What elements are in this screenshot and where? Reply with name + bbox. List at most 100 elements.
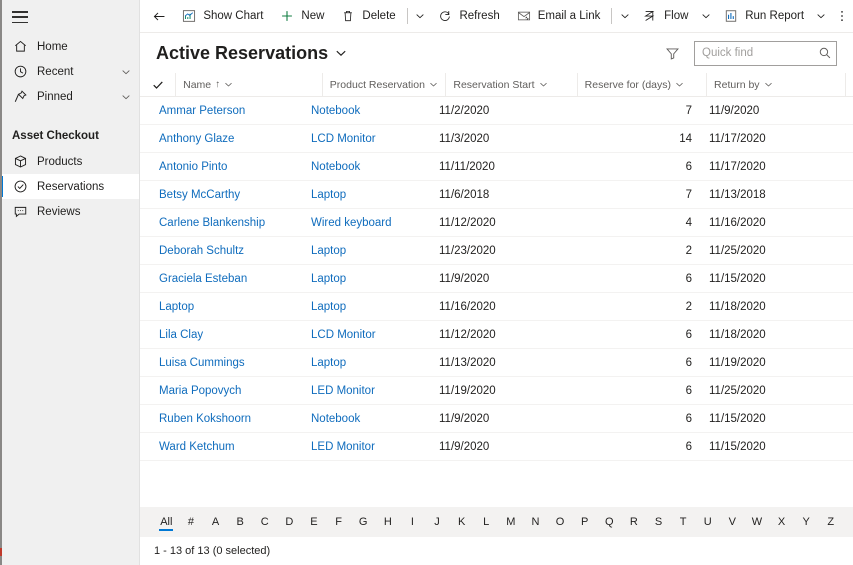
cell-name[interactable]: Lila Clay <box>152 321 304 348</box>
alpha-index-a[interactable]: A <box>203 507 228 537</box>
quick-find-box[interactable] <box>694 40 837 66</box>
record-link[interactable]: Luisa Cummings <box>159 357 245 369</box>
cell-name[interactable]: Deborah Schultz <box>152 237 304 264</box>
alpha-index-z[interactable]: Z <box>818 507 843 537</box>
product-link[interactable]: Laptop <box>311 357 346 369</box>
refresh-button[interactable]: Refresh <box>429 1 507 31</box>
table-row[interactable]: Laptop Laptop 11/16/2020 2 11/18/2020 <box>140 293 853 321</box>
flow-dropdown-caret[interactable] <box>696 1 715 31</box>
product-link[interactable]: Notebook <box>311 105 360 117</box>
product-link[interactable]: Laptop <box>311 189 346 201</box>
alpha-index-g[interactable]: G <box>351 507 376 537</box>
cell-name[interactable]: Luisa Cummings <box>152 349 304 376</box>
cell-product-reservation[interactable]: Laptop <box>304 349 432 376</box>
alpha-index-all[interactable]: All <box>154 507 179 537</box>
table-row[interactable]: Deborah Schultz Laptop 11/23/2020 2 11/25/20… <box>140 237 853 265</box>
alpha-index-h[interactable]: H <box>375 507 400 537</box>
cell-product-reservation[interactable]: Laptop <box>304 181 432 208</box>
alpha-index-y[interactable]: Y <box>794 507 819 537</box>
delete-button[interactable]: Delete <box>332 1 403 31</box>
cell-name[interactable]: Laptop <box>152 293 304 320</box>
alpha-index-o[interactable]: O <box>548 507 573 537</box>
cell-product-reservation[interactable]: LCD Monitor <box>304 321 432 348</box>
alpha-index-j[interactable]: J <box>425 507 450 537</box>
record-link[interactable]: Ruben Kokshoorn <box>159 413 251 425</box>
alpha-index-n[interactable]: N <box>523 507 548 537</box>
alpha-index-t[interactable]: T <box>671 507 696 537</box>
chevron-down-icon[interactable] <box>764 80 773 89</box>
record-link[interactable]: Lila Clay <box>159 329 203 341</box>
record-link[interactable]: Ammar Peterson <box>159 105 245 117</box>
email-a-link-button[interactable]: Email a Link <box>508 1 609 31</box>
more-commands-button[interactable] <box>831 1 853 31</box>
chevron-down-icon[interactable] <box>539 80 548 89</box>
table-row[interactable]: Antonio Pinto Notebook 11/11/2020 6 11/17/20… <box>140 153 853 181</box>
record-link[interactable]: Antonio Pinto <box>159 161 227 173</box>
cell-name[interactable]: Ward Ketchum <box>152 433 304 460</box>
alpha-index-u[interactable]: U <box>695 507 720 537</box>
alpha-index-p[interactable]: P <box>572 507 597 537</box>
product-link[interactable]: LCD Monitor <box>311 133 376 145</box>
sidebar-item-reviews[interactable]: Reviews <box>0 199 139 224</box>
search-icon[interactable] <box>818 45 832 61</box>
table-row[interactable]: Betsy McCarthy Laptop 11/6/2018 7 11/13/2018 <box>140 181 853 209</box>
cell-product-reservation[interactable]: Laptop <box>304 265 432 292</box>
chevron-down-icon[interactable] <box>675 80 684 89</box>
table-row[interactable]: Ward Ketchum LED Monitor 11/9/2020 6 11/15/2… <box>140 433 853 461</box>
product-link[interactable]: Laptop <box>311 301 346 313</box>
back-button[interactable] <box>146 1 173 31</box>
table-row[interactable]: Lila Clay LCD Monitor 11/12/2020 6 11/18/202… <box>140 321 853 349</box>
show-chart-button[interactable]: Show Chart <box>173 1 271 31</box>
alpha-index-r[interactable]: R <box>622 507 647 537</box>
sidebar-item-home[interactable]: Home <box>0 34 139 59</box>
cell-product-reservation[interactable]: LED Monitor <box>304 433 432 460</box>
alpha-index-x[interactable]: X <box>769 507 794 537</box>
cell-name[interactable]: Antonio Pinto <box>152 153 304 180</box>
alpha-index-v[interactable]: V <box>720 507 745 537</box>
cell-product-reservation[interactable]: Notebook <box>304 153 432 180</box>
sidebar-item-reservations[interactable]: Reservations <box>0 174 139 199</box>
alpha-index-f[interactable]: F <box>326 507 351 537</box>
record-link[interactable]: Laptop <box>159 301 194 313</box>
record-link[interactable]: Deborah Schultz <box>159 245 244 257</box>
record-link[interactable]: Maria Popovych <box>159 385 241 397</box>
cell-product-reservation[interactable]: Laptop <box>304 293 432 320</box>
product-link[interactable]: Notebook <box>311 413 360 425</box>
product-link[interactable]: Laptop <box>311 245 346 257</box>
product-link[interactable]: Wired keyboard <box>311 217 392 229</box>
cell-product-reservation[interactable]: LED Monitor <box>304 377 432 404</box>
column-header-return-by[interactable]: Return by <box>706 73 845 96</box>
record-link[interactable]: Graciela Esteban <box>159 273 247 285</box>
table-row[interactable]: Graciela Esteban Laptop 11/9/2020 6 11/15/20… <box>140 265 853 293</box>
sidebar-item-products[interactable]: Products <box>0 149 139 174</box>
record-link[interactable]: Anthony Glaze <box>159 133 234 145</box>
table-row[interactable]: Anthony Glaze LCD Monitor 11/3/2020 14 11/17… <box>140 125 853 153</box>
alpha-index-l[interactable]: L <box>474 507 499 537</box>
table-row[interactable]: Ruben Kokshoorn Notebook 11/9/2020 6 11/15/2… <box>140 405 853 433</box>
record-link[interactable]: Carlene Blankenship <box>159 217 265 229</box>
record-link[interactable]: Ward Ketchum <box>159 441 235 453</box>
record-link[interactable]: Betsy McCarthy <box>159 189 240 201</box>
product-link[interactable]: Notebook <box>311 161 360 173</box>
cell-product-reservation[interactable]: Notebook <box>304 97 432 124</box>
product-link[interactable]: Laptop <box>311 273 346 285</box>
table-row[interactable]: Maria Popovych LED Monitor 11/19/2020 6 11/2… <box>140 377 853 405</box>
alpha-index-w[interactable]: W <box>745 507 770 537</box>
email-a-link-dropdown-caret[interactable] <box>615 1 634 31</box>
product-link[interactable]: LCD Monitor <box>311 329 376 341</box>
site-map-toggle[interactable] <box>0 0 139 34</box>
cell-name[interactable]: Anthony Glaze <box>152 125 304 152</box>
alpha-index-q[interactable]: Q <box>597 507 622 537</box>
alpha-index-b[interactable]: B <box>228 507 253 537</box>
delete-dropdown-caret[interactable] <box>411 1 430 31</box>
cell-name[interactable]: Maria Popovych <box>152 377 304 404</box>
alpha-index-hash[interactable]: # <box>179 507 204 537</box>
column-header-reserve-for-days[interactable]: Reserve for (days) <box>576 73 706 96</box>
alpha-index-k[interactable]: K <box>449 507 474 537</box>
new-button[interactable]: New <box>271 1 332 31</box>
column-header-name[interactable]: Name ↑ <box>175 73 322 96</box>
alpha-index-i[interactable]: I <box>400 507 425 537</box>
select-all-checkbox[interactable] <box>152 73 175 96</box>
product-link[interactable]: LED Monitor <box>311 385 375 397</box>
table-row[interactable]: Carlene Blankenship Wired keyboard 11/12/2… <box>140 209 853 237</box>
